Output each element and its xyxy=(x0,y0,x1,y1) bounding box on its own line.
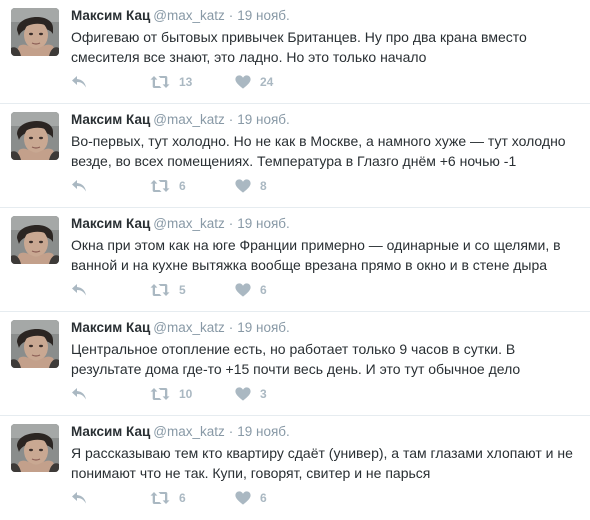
retweet-button[interactable]: 13 xyxy=(150,72,192,92)
tweet-content: Максим Кац @max_katz · 19 нояб. Центральное… xyxy=(71,319,580,379)
avatar-image xyxy=(11,8,59,56)
tweet-header: Максим Кац @max_katz · 19 нояб. xyxy=(71,7,580,25)
tweet-header: Максим Кац @max_katz · 19 нояб. xyxy=(71,111,580,129)
reply-button[interactable] xyxy=(71,488,87,508)
heart-icon xyxy=(235,491,251,505)
retweet-icon xyxy=(150,284,170,296)
reply-button[interactable] xyxy=(71,280,87,300)
retweet-button[interactable]: 10 xyxy=(150,384,192,404)
retweet-count: 10 xyxy=(179,387,193,401)
tweet-feed: Максим Кац @max_katz · 19 нояб. Офигеваю от… xyxy=(0,0,590,520)
tweet-header: Максим Кац @max_katz · 19 нояб. xyxy=(71,423,580,441)
heart-icon xyxy=(235,75,251,89)
reply-icon xyxy=(72,284,86,296)
tweet-header: Максим Кац @max_katz · 19 нояб. xyxy=(71,319,580,337)
tweet-timestamp[interactable]: 19 нояб. xyxy=(237,8,290,23)
tweet-content: Максим Кац @max_katz · 19 нояб. Окна при эт… xyxy=(71,215,580,275)
tweet-timestamp[interactable]: 19 нояб. xyxy=(237,424,290,439)
retweet-icon xyxy=(150,76,170,88)
retweet-icon xyxy=(150,388,170,400)
tweet-content: Максим Кац @max_katz · 19 нояб. Во-первых, … xyxy=(71,111,580,171)
separator-dot: · xyxy=(228,8,234,23)
tweet-actions: 5 6 xyxy=(71,280,371,300)
like-button[interactable]: 8 xyxy=(235,176,267,196)
tweet-timestamp[interactable]: 19 нояб. xyxy=(237,216,290,231)
tweet-content: Максим Кац @max_katz · 19 нояб. Я рассказыв… xyxy=(71,423,580,483)
like-count: 8 xyxy=(260,179,267,193)
author-handle[interactable]: @max_katz xyxy=(153,8,224,23)
tweet[interactable]: Максим Кац @max_katz · 19 нояб. Окна при эт… xyxy=(0,208,590,312)
like-button[interactable]: 3 xyxy=(235,384,267,404)
tweet[interactable]: Максим Кац @max_katz · 19 нояб. Я рассказыв… xyxy=(0,416,590,520)
author-name[interactable]: Максим Кац xyxy=(71,424,150,439)
tweet-text: Я рассказываю тем кто квартиру сдаёт (ун… xyxy=(71,445,573,481)
author-name[interactable]: Максим Кац xyxy=(71,216,150,231)
avatar-image xyxy=(11,112,59,160)
avatar[interactable] xyxy=(11,424,59,472)
author-handle[interactable]: @max_katz xyxy=(153,216,224,231)
avatar-image xyxy=(11,424,59,472)
reply-icon xyxy=(72,76,86,88)
tweet-actions: 13 24 xyxy=(71,72,371,92)
tweet[interactable]: Максим Кац @max_katz · 19 нояб. Во-первых, … xyxy=(0,104,590,208)
separator-dot: · xyxy=(228,216,234,231)
tweet-header: Максим Кац @max_katz · 19 нояб. xyxy=(71,215,580,233)
retweet-icon xyxy=(150,492,170,504)
retweet-count: 6 xyxy=(179,179,186,193)
separator-dot: · xyxy=(228,112,234,127)
like-button[interactable]: 24 xyxy=(235,72,273,92)
reply-icon xyxy=(72,388,86,400)
reply-icon xyxy=(72,492,86,504)
author-name[interactable]: Максим Кац xyxy=(71,8,150,23)
reply-button[interactable] xyxy=(71,384,87,404)
author-name[interactable]: Максим Кац xyxy=(71,112,150,127)
avatar-image xyxy=(11,216,59,264)
avatar[interactable] xyxy=(11,216,59,264)
tweet-text: Офигеваю от бытовых привычек Британцев. … xyxy=(71,29,527,65)
tweet[interactable]: Максим Кац @max_katz · 19 нояб. Центральное… xyxy=(0,312,590,416)
reply-button[interactable] xyxy=(71,72,87,92)
retweet-button[interactable]: 6 xyxy=(150,176,186,196)
avatar[interactable] xyxy=(11,112,59,160)
retweet-button[interactable]: 5 xyxy=(150,280,186,300)
tweet[interactable]: Максим Кац @max_katz · 19 нояб. Офигеваю от… xyxy=(0,0,590,104)
tweet-text: Центральное отопление есть, но работает … xyxy=(71,341,521,377)
tweet-actions: 6 6 xyxy=(71,488,371,508)
heart-icon xyxy=(235,179,251,193)
retweet-count: 13 xyxy=(179,75,193,89)
avatar[interactable] xyxy=(11,8,59,56)
like-count: 6 xyxy=(260,283,267,297)
author-name[interactable]: Максим Кац xyxy=(71,320,150,335)
separator-dot: · xyxy=(228,424,234,439)
separator-dot: · xyxy=(228,320,234,335)
retweet-count: 5 xyxy=(179,283,186,297)
like-button[interactable]: 6 xyxy=(235,280,267,300)
like-count: 24 xyxy=(260,75,274,89)
avatar[interactable] xyxy=(11,320,59,368)
like-count: 6 xyxy=(260,491,267,505)
tweet-actions: 10 3 xyxy=(71,384,371,404)
avatar-image xyxy=(11,320,59,368)
author-handle[interactable]: @max_katz xyxy=(153,424,224,439)
tweet-timestamp[interactable]: 19 нояб. xyxy=(237,112,290,127)
tweet-timestamp[interactable]: 19 нояб. xyxy=(237,320,290,335)
like-button[interactable]: 6 xyxy=(235,488,267,508)
heart-icon xyxy=(235,387,251,401)
reply-icon xyxy=(72,180,86,192)
tweet-content: Максим Кац @max_katz · 19 нояб. Офигеваю от… xyxy=(71,7,580,67)
tweet-text: Окна при этом как на юге Франции примерн… xyxy=(71,237,561,273)
retweet-count: 6 xyxy=(179,491,186,505)
author-handle[interactable]: @max_katz xyxy=(153,320,224,335)
tweet-text: Во-первых, тут холодно. Но не как в Моск… xyxy=(71,133,566,169)
author-handle[interactable]: @max_katz xyxy=(153,112,224,127)
retweet-button[interactable]: 6 xyxy=(150,488,186,508)
tweet-actions: 6 8 xyxy=(71,176,371,196)
like-count: 3 xyxy=(260,387,267,401)
heart-icon xyxy=(235,283,251,297)
retweet-icon xyxy=(150,180,170,192)
reply-button[interactable] xyxy=(71,176,87,196)
